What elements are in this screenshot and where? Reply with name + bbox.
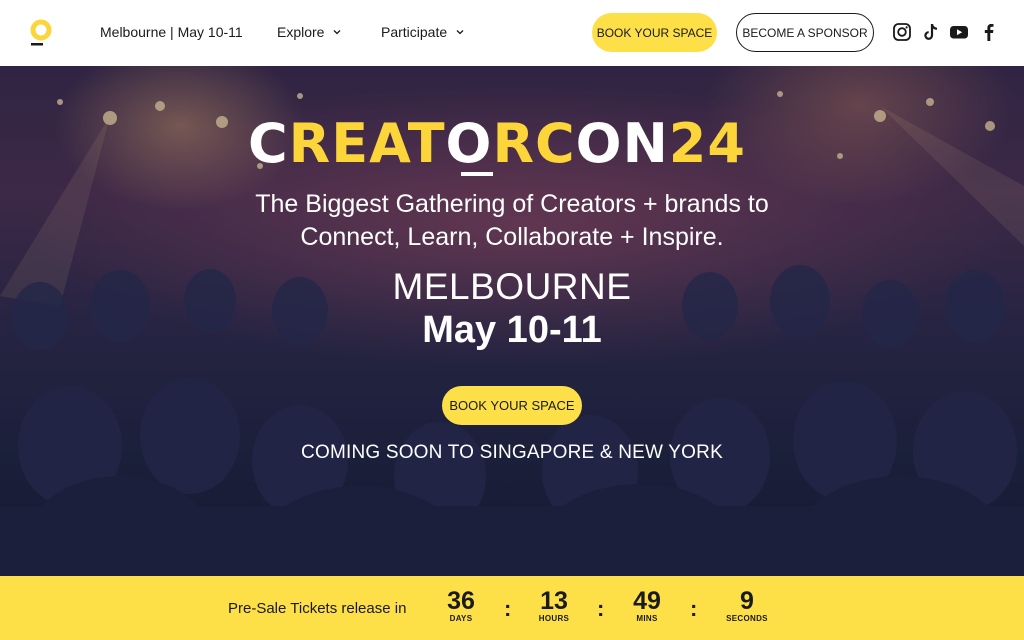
countdown-mins: 49 MINS [617, 588, 677, 623]
event-dates: May 10-11 [422, 309, 602, 351]
countdown-separator: : [597, 596, 605, 621]
countdown-hours: 13 HOURS [524, 588, 584, 623]
creatorcon24-logo-title: CREATORCON24 [248, 114, 778, 174]
countdown-separator: : [690, 596, 698, 621]
countdown-caption: SECONDS [726, 614, 768, 623]
countdown-value: 13 [540, 587, 568, 615]
countdown-separator: : [504, 596, 512, 621]
countdown-days: 36 DAYS [431, 588, 491, 623]
nav-explore[interactable]: Explore [277, 24, 342, 40]
hero-book-your-space-button[interactable]: BOOK YOUR SPACE [442, 386, 582, 425]
nav-participate[interactable]: Participate [381, 24, 465, 40]
coming-soon-text: COMING SOON TO SINGAPORE & NEW YORK [301, 442, 723, 463]
brand-part: 24 [668, 112, 746, 175]
chevron-down-icon [456, 30, 464, 35]
countdown-value: 9 [740, 587, 754, 615]
brand-part: C [248, 112, 289, 175]
creatorcon-logo-icon[interactable] [28, 19, 54, 47]
youtube-icon[interactable] [949, 22, 969, 42]
countdown-value: 49 [633, 587, 661, 615]
event-city: MELBOURNE [392, 266, 632, 307]
become-a-sponsor-button[interactable]: BECOME A SPONSOR [736, 13, 874, 52]
countdown-seconds: 9 SECONDS [717, 588, 777, 623]
nav-participate-label: Participate [381, 24, 448, 40]
instagram-icon[interactable] [892, 22, 912, 42]
brand-part: ON [575, 112, 669, 175]
brand-underline-mark [461, 172, 493, 176]
presale-countdown-bar: Pre-Sale Tickets release in 36 DAYS : 13… [0, 576, 1024, 640]
countdown-caption: MINS [636, 614, 658, 623]
brand-part: RC [492, 112, 576, 175]
countdown-caption: HOURS [538, 614, 570, 623]
countdown-caption: DAYS [449, 614, 473, 623]
countdown-label: Pre-Sale Tickets release in [228, 600, 407, 617]
tagline-line: The Biggest Gathering of Creators + bran… [255, 190, 769, 218]
hero-section: CREATORCON24 The Biggest Gathering of Cr… [0, 66, 1024, 576]
nav-explore-label: Explore [277, 24, 325, 40]
hero-tagline: The Biggest Gathering of Creators + bran… [212, 188, 812, 254]
chevron-down-icon [334, 30, 341, 35]
book-your-space-button[interactable]: BOOK YOUR SPACE [592, 13, 717, 52]
brand-part: O [445, 112, 493, 175]
brand-part: REAT [288, 112, 446, 175]
tagline-line: Connect, Learn, Collaborate + Inspire. [300, 223, 724, 251]
event-location-date: Melbourne | May 10-11 [100, 24, 243, 40]
site-header: Melbourne | May 10-11 Explore Participat… [0, 0, 1024, 66]
facebook-icon[interactable] [979, 22, 999, 42]
countdown-value: 36 [447, 587, 475, 615]
tiktok-icon[interactable] [921, 22, 941, 42]
